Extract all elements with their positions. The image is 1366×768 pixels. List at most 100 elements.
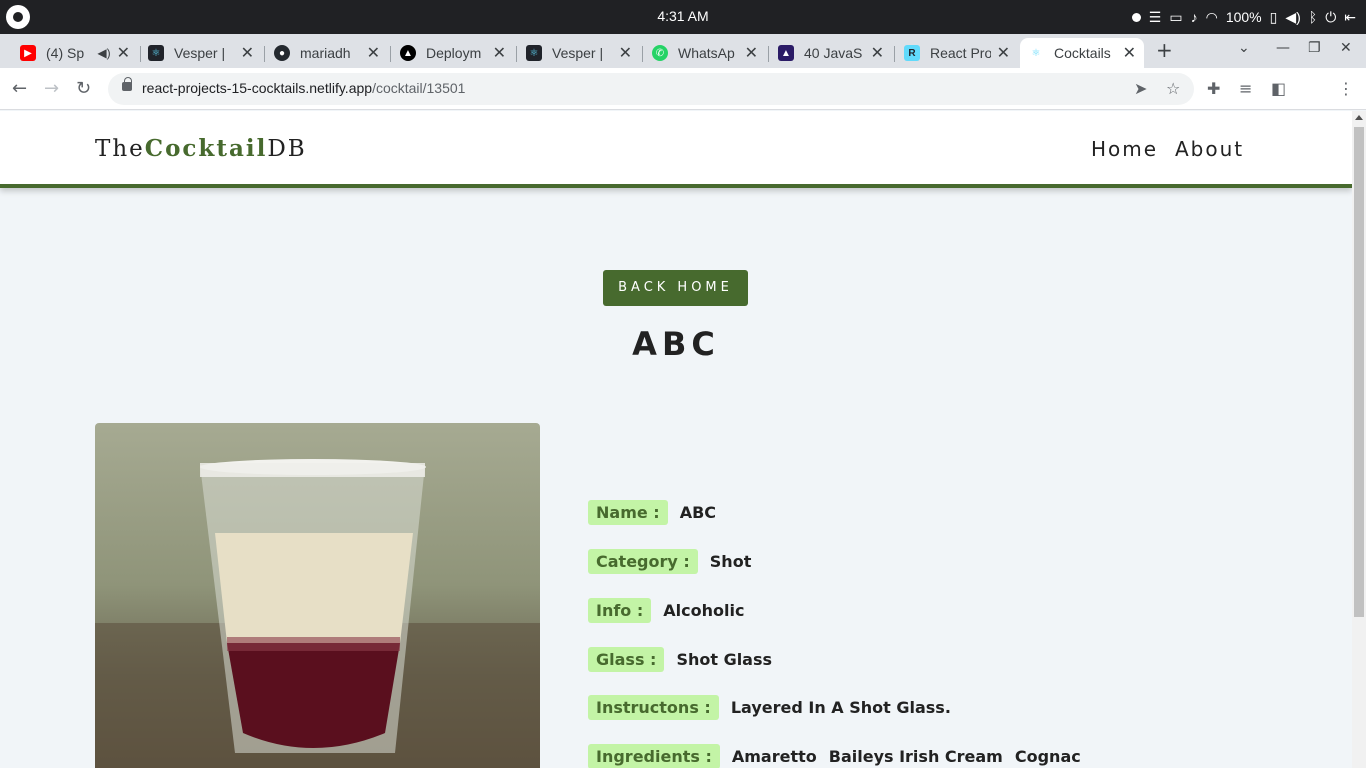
restore-icon[interactable]: ❐ — [1308, 40, 1321, 56]
close-icon[interactable]: ✕ — [367, 43, 380, 63]
bell-icon[interactable]: ♪ — [1191, 7, 1198, 27]
instructions-value: Layered In A Shot Glass. — [730, 698, 951, 717]
extensions-icon[interactable]: ✚ — [1207, 79, 1220, 98]
ingredient-item: Amaretto — [731, 747, 817, 766]
recording-dot-icon — [1131, 12, 1141, 22]
close-icon[interactable]: ✕ — [997, 43, 1010, 63]
bluetooth-icon[interactable]: ᛒ — [1309, 7, 1317, 27]
close-icon[interactable]: ✕ — [619, 43, 632, 63]
tab-title: WhatsAp — [678, 45, 735, 61]
info-row-glass: Glass : Shot Glass — [588, 647, 772, 672]
youtube-icon: ▶ — [20, 45, 36, 61]
back-home-button[interactable]: BACK HOME — [603, 270, 748, 306]
info-row-ingredients: Ingredients : Amaretto Baileys Irish Cre… — [588, 744, 1081, 768]
tab-separator — [768, 46, 769, 62]
battery-level: 100% — [1225, 9, 1262, 25]
tab-title: Deploym — [426, 45, 482, 61]
name-value: ABC — [679, 503, 717, 522]
window-close-icon[interactable]: ✕ — [1340, 40, 1352, 56]
scroll-up-arrow-icon[interactable] — [1355, 115, 1363, 120]
os-tray: ☰ ▭ ♪ ◠ 100% ▯ ◀) ᛒ ⏻ ⇤ — [1131, 7, 1356, 27]
tab-separator — [642, 46, 643, 62]
name-label: Name : — [588, 500, 668, 525]
scroll-thumb[interactable] — [1354, 127, 1364, 617]
site-logo[interactable]: TheCocktailDB — [95, 135, 307, 162]
speaker-icon[interactable]: ◀) — [97, 46, 110, 60]
media-queue-icon[interactable]: ≡ — [1239, 79, 1252, 98]
tab-title: Vesper | — [552, 45, 604, 61]
tab-title: React Pro — [930, 45, 991, 61]
tab-github[interactable]: ● mariadh ✕ — [266, 38, 388, 68]
battery-icon: ▯ — [1269, 9, 1278, 25]
ingredient-item: Cognac — [1014, 747, 1081, 766]
react-projects-icon: R — [904, 45, 920, 61]
info-row-name: Name : ABC — [588, 500, 716, 525]
tab-title: Vesper | — [174, 45, 226, 61]
drink-image — [95, 423, 540, 768]
github-icon: ● — [274, 45, 290, 61]
category-label: Category : — [588, 549, 698, 574]
ingredient-item: Baileys Irish Cream — [828, 747, 1003, 766]
category-value: Shot — [709, 552, 752, 571]
url-text[interactable]: react-projects-15-cocktails.netlify.app/… — [142, 80, 465, 96]
exit-icon[interactable]: ⇤ — [1344, 7, 1356, 27]
info-value: Alcoholic — [663, 601, 745, 620]
tab-vesper-1[interactable]: ⚛ Vesper | ✕ — [140, 38, 262, 68]
tab-separator — [390, 46, 391, 62]
tab-javascript-course[interactable]: ▲ 40 JavaS ✕ — [770, 38, 892, 68]
tab-deployments[interactable]: ▲ Deploym ✕ — [392, 38, 514, 68]
reload-icon[interactable]: ↻ — [76, 78, 91, 99]
close-icon[interactable]: ✕ — [241, 43, 254, 63]
tab-title: mariadh — [300, 45, 351, 61]
bookmark-star-icon[interactable]: ☆ — [1166, 79, 1180, 98]
react-icon: ⚛ — [1028, 45, 1044, 61]
lock-icon[interactable] — [122, 77, 132, 91]
page-scrollbar[interactable] — [1352, 111, 1366, 768]
more-menu-icon[interactable]: ⋮ — [1338, 79, 1354, 98]
info-row-instructions: Instructons : Layered In A Shot Glass. — [588, 695, 951, 720]
new-tab-button[interactable]: + — [1156, 38, 1173, 62]
send-tab-icon[interactable]: ➤ — [1134, 79, 1147, 98]
menu-icon[interactable]: ☰ — [1149, 7, 1162, 27]
ingredients-label: Ingredients : — [588, 744, 720, 768]
vercel-icon: ▲ — [400, 45, 416, 61]
tab-search-icon[interactable]: ⌄ — [1238, 40, 1250, 56]
tab-youtube[interactable]: ▶ (4) Sp ◀) ✕ — [12, 38, 138, 68]
close-icon[interactable]: ✕ — [1123, 43, 1136, 63]
tab-cocktails[interactable]: ⚛ Cocktails ✕ — [1020, 38, 1144, 68]
close-icon[interactable]: ✕ — [871, 43, 884, 63]
wifi-icon[interactable]: ◠ — [1206, 7, 1218, 27]
power-icon[interactable]: ⏻ — [1325, 7, 1336, 27]
tab-title: (4) Sp — [46, 45, 85, 61]
drink-title: ABC — [632, 325, 720, 363]
browser-toolbar: ← → ↻ react-projects-15-cocktails.netlif… — [0, 68, 1366, 110]
glass-label: Glass : — [588, 647, 665, 672]
side-panel-icon[interactable]: ◧ — [1271, 79, 1286, 98]
close-icon[interactable]: ✕ — [745, 43, 758, 63]
site-navbar: TheCocktailDB Home About — [0, 111, 1352, 188]
close-icon[interactable]: ✕ — [117, 43, 130, 63]
nav-home-link[interactable]: Home — [1091, 137, 1158, 161]
minimize-icon[interactable]: — — [1276, 40, 1290, 56]
tab-title: Cocktails — [1054, 45, 1111, 61]
tab-react-projects[interactable]: R React Pro ✕ — [896, 38, 1018, 68]
whatsapp-icon: ✆ — [652, 45, 668, 61]
close-icon[interactable]: ✕ — [493, 43, 506, 63]
react-icon: ⚛ — [148, 45, 164, 61]
tab-separator — [264, 46, 265, 62]
page-viewport: TheCocktailDB Home About BACK HOME ABC N… — [0, 111, 1352, 768]
tab-whatsapp[interactable]: ✆ WhatsAp ✕ — [644, 38, 766, 68]
tab-separator — [894, 46, 895, 62]
react-icon: ⚛ — [526, 45, 542, 61]
info-row-info: Info : Alcoholic — [588, 598, 744, 623]
folder-icon[interactable]: ▭ — [1169, 7, 1182, 27]
back-arrow-icon[interactable]: ← — [12, 78, 27, 99]
nav-about-link[interactable]: About — [1175, 137, 1244, 161]
info-row-category: Category : Shot — [588, 549, 751, 574]
address-bar[interactable]: react-projects-15-cocktails.netlify.app/… — [108, 73, 1194, 105]
volume-icon[interactable]: ◀) — [1285, 7, 1300, 27]
os-top-bar: 4:31 AM ☰ ▭ ♪ ◠ 100% ▯ ◀) ᛒ ⏻ ⇤ — [0, 0, 1366, 34]
forward-arrow-icon[interactable]: → — [44, 78, 59, 99]
tab-vesper-2[interactable]: ⚛ Vesper | ✕ — [518, 38, 640, 68]
info-label: Info : — [588, 598, 652, 623]
